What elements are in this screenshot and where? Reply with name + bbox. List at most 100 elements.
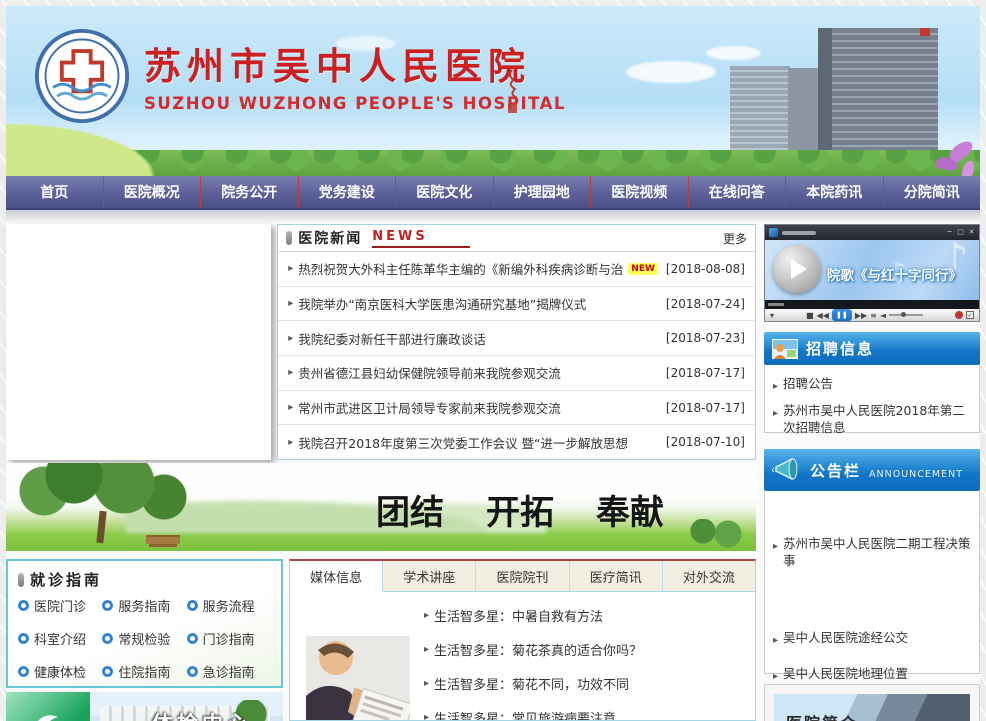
guide-link[interactable]: 急诊指南 — [187, 662, 271, 681]
minimize-icon[interactable]: ─ — [946, 229, 953, 236]
play-button[interactable] — [773, 245, 821, 293]
recruit-item[interactable]: ▸ 苏州市吴中人民医院2018年第二次招聘信息 — [773, 402, 971, 436]
checkup-center-banner[interactable]: 体检中心 — [6, 692, 283, 721]
news-item-row[interactable]: ▸ 我院举办“南京医科大学医患沟通研究基地”揭牌仪式 [2018-07-24] — [278, 287, 755, 322]
guide-link[interactable]: 服务流程 — [187, 596, 271, 615]
tab-item[interactable]: 医疗简讯 — [570, 561, 663, 592]
news-item-row[interactable]: ▸ 贵州省德江县妇幼保健院领导前来我院参观交流 [2018-07-17] — [278, 356, 755, 391]
announcement-list: ▸ 苏州市吴中人民医院二期工程决策事 ▸ 吴中人民医院途经公交 ▸ 吴中人民医院… — [764, 491, 980, 674]
volume-icon[interactable]: ◄ — [880, 311, 886, 320]
hospital-intro-panel[interactable]: 医院简介 — [764, 684, 980, 721]
slogan-banner: 团结开拓奉献 — [6, 463, 756, 551]
news-item-row[interactable]: ▸ 热烈祝贺大外科主任陈革华主编的《新编外科疾病诊断与治 NEW [2018-0… — [278, 252, 755, 287]
recruit-title: 招聘信息 — [806, 338, 874, 359]
nav-item[interactable]: 本院药讯 — [786, 176, 884, 208]
checkup-logo — [6, 692, 90, 721]
checkup-title: 体检中心 — [152, 708, 252, 721]
news-item-row[interactable]: ▸ 我院召开2018年度第三次党委工作会议 暨“进一步解放思想 [2018-07… — [278, 425, 755, 459]
new-badge: NEW — [628, 263, 658, 275]
news-header: 医院新闻 NEWS 更多 — [278, 225, 755, 252]
media-news-link[interactable]: 生活智多星：常见旅游病要注意 — [434, 708, 616, 721]
target-bullet-icon — [102, 633, 113, 644]
guide-link[interactable]: 健康体检 — [18, 662, 102, 681]
nav-item[interactable]: 分院简讯 — [884, 176, 981, 208]
visit-guide-title: 就诊指南 — [30, 569, 102, 590]
recruit-list: ▸ 招聘公告 ▸ 苏州市吴中人民医院2018年第二次招聘信息 — [764, 365, 980, 433]
guide-link-label: 科室介绍 — [34, 629, 86, 648]
announcement-title: 公告栏 — [810, 460, 861, 481]
media-news-row[interactable]: ▸ 生活智多星：中暑自救有方法 — [424, 598, 741, 632]
guide-link[interactable]: 科室介绍 — [18, 629, 102, 648]
bench-decoration — [146, 535, 180, 544]
news-item-link[interactable]: 我院召开2018年度第三次党委工作会议 暨“进一步解放思想 — [298, 433, 628, 452]
news-item-row[interactable]: ▸ 常州市武进区卫计局领导专家前来我院参观交流 [2018-07-17] — [278, 391, 755, 426]
media-news-row[interactable]: ▸ 生活智多星：菊花茶真的适合你吗？ — [424, 632, 741, 666]
news-more-link[interactable]: 更多 — [723, 230, 747, 247]
main-navigation: 首页 医院概况 院务公开 党务建设 医院文化 护理园地 医院视频 在线问答 本院… — [6, 176, 980, 210]
maximize-icon[interactable]: □ — [957, 229, 964, 236]
guide-link[interactable]: 服务指南 — [102, 596, 186, 615]
media-news-link[interactable]: 生活智多星：中暑自救有方法 — [434, 606, 603, 625]
nav-item[interactable]: 党务建设 — [299, 176, 397, 208]
announcement-item[interactable]: ▸ 吴中人民医院地理位置 — [773, 665, 971, 685]
media-news-row[interactable]: ▸ 生活智多星：菊花不同，功效不同 — [424, 666, 741, 700]
slogan-word: 开拓 — [486, 485, 554, 534]
nav-item[interactable]: 在线问答 — [689, 176, 787, 208]
playlist-icon[interactable]: ≡ — [870, 311, 877, 320]
bullet-arrow-icon: ▸ — [288, 402, 293, 413]
news-item-link[interactable]: 热烈祝贺大外科主任陈革华主编的《新编外科疾病诊断与治 — [298, 259, 623, 278]
tab-item[interactable]: 医院院刊 — [476, 561, 569, 592]
news-item-link[interactable]: 我院举办“南京医科大学医患沟通研究基地”揭牌仪式 — [298, 294, 586, 313]
news-item-row[interactable]: ▸ 我院纪委对新任干部进行廉政谈话 [2018-07-23] — [278, 321, 755, 356]
announcement-item[interactable]: ▸ 苏州市吴中人民医院二期工程决策事 — [773, 491, 971, 569]
record-icon[interactable] — [955, 311, 963, 319]
tab-item[interactable]: 学术讲座 — [383, 561, 476, 592]
previous-icon[interactable]: ◀◀ — [817, 311, 829, 320]
header-banner: 苏州市吴中人民医院 SUZHOU WUZHONG PEOPLE'S HOSPIT… — [6, 6, 980, 176]
hospital-name-cn: 苏州市吴中人民医院 — [144, 36, 566, 90]
target-bullet-icon — [18, 600, 29, 611]
target-bullet-icon — [18, 633, 29, 644]
guide-link-label: 急诊指南 — [203, 662, 255, 681]
tab-item[interactable]: 对外交流 — [663, 561, 755, 592]
news-item-link[interactable]: 常州市武进区卫计局领导专家前来我院参观交流 — [298, 398, 561, 417]
guide-link-label: 健康体检 — [34, 662, 86, 681]
guide-link-label: 住院指南 — [118, 662, 170, 681]
settings-checkbox-icon[interactable]: ✓ — [966, 311, 974, 319]
announcement-item-label: 苏州市吴中人民医院二期工程决策事 — [783, 535, 971, 569]
recruit-item-label: 招聘公告 — [783, 375, 833, 395]
nav-item[interactable]: 医院文化 — [396, 176, 494, 208]
nav-item[interactable]: 院务公开 — [201, 176, 299, 208]
media-news-link[interactable]: 生活智多星：菊花不同，功效不同 — [434, 674, 629, 693]
news-item-link[interactable]: 我院纪委对新任干部进行廉政谈话 — [298, 329, 486, 348]
content-area: 医院新闻 NEWS 更多 ▸ 热烈祝贺大外科主任陈革华主编的《新编外科疾病诊断与… — [6, 222, 980, 721]
bullet-arrow-icon: ▸ — [288, 333, 293, 344]
visit-guide-header: 就诊指南 — [18, 569, 271, 590]
guide-link[interactable]: 医院门诊 — [18, 596, 102, 615]
player-title-text — [782, 231, 816, 235]
nav-item[interactable]: 首页 — [6, 176, 104, 208]
nav-item[interactable]: 护理园地 — [494, 176, 592, 208]
next-icon[interactable]: ▶▶ — [855, 311, 867, 320]
pause-button[interactable]: ❚❚ — [832, 309, 852, 321]
tab-item[interactable]: 媒体信息 — [290, 561, 383, 592]
nav-item[interactable]: 医院概况 — [104, 176, 202, 208]
nav-item[interactable]: 医院视频 — [591, 176, 689, 208]
recruit-item[interactable]: ▸ 招聘公告 — [773, 375, 971, 395]
media-news-row[interactable]: ▸ 生活智多星：常见旅游病要注意 — [424, 700, 741, 721]
guide-link[interactable]: 住院指南 — [102, 662, 186, 681]
playlist-dropdown-icon[interactable]: ▾ — [770, 311, 774, 320]
slideshow-placeholder — [6, 224, 271, 460]
guide-link[interactable]: 常规检验 — [102, 629, 186, 648]
volume-slider[interactable] — [889, 314, 923, 316]
target-bullet-icon — [18, 666, 29, 677]
close-icon[interactable]: ✕ — [968, 229, 975, 236]
announcement-item[interactable]: ▸ 吴中人民医院途经公交 — [773, 629, 971, 649]
guide-link-label: 医院门诊 — [34, 596, 86, 615]
stop-icon[interactable]: ■ — [806, 311, 814, 320]
media-news-link[interactable]: 生活智多星：菊花茶真的适合你吗？ — [434, 640, 642, 659]
guide-link[interactable]: 门诊指南 — [187, 629, 271, 648]
player-progress-bar[interactable] — [765, 300, 979, 309]
news-item-link[interactable]: 贵州省德江县妇幼保健院领导前来我院参观交流 — [298, 363, 561, 382]
bullet-arrow-icon: ▸ — [773, 378, 778, 395]
